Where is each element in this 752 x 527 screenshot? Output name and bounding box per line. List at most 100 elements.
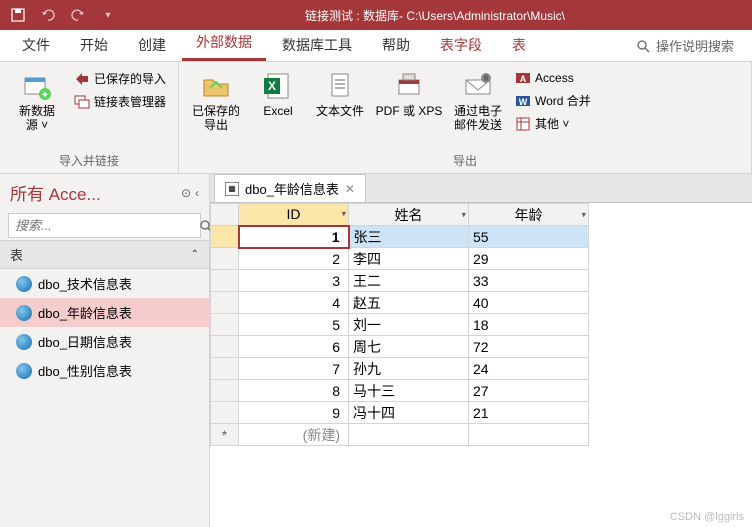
row-selector[interactable] bbox=[211, 380, 239, 402]
table-row[interactable]: 5 刘一 18 bbox=[211, 314, 589, 336]
table-row[interactable]: 2 李四 29 bbox=[211, 248, 589, 270]
other-icon bbox=[515, 116, 531, 132]
tab-home[interactable]: 开始 bbox=[66, 29, 122, 61]
dropdown-icon[interactable]: ▾ bbox=[341, 209, 346, 220]
row-selector[interactable] bbox=[211, 358, 239, 380]
nav-search-input[interactable] bbox=[9, 214, 199, 237]
close-tab-icon[interactable]: ✕ bbox=[345, 182, 355, 196]
row-selector[interactable] bbox=[211, 292, 239, 314]
nav-collapse-icon[interactable]: ‹ bbox=[195, 186, 199, 200]
tab-table-fields[interactable]: 表字段 bbox=[426, 29, 496, 61]
row-selector[interactable] bbox=[211, 402, 239, 424]
cell-age[interactable]: 33 bbox=[469, 270, 589, 292]
column-header[interactable]: 姓名▾ bbox=[349, 204, 469, 226]
nav-item[interactable]: dbo_年龄信息表 bbox=[0, 298, 209, 327]
cell-name[interactable]: 张三 bbox=[349, 226, 469, 248]
cell-name[interactable]: 李四 bbox=[349, 248, 469, 270]
cell-id[interactable]: 1 bbox=[239, 226, 349, 248]
table-row[interactable]: 3 王二 33 bbox=[211, 270, 589, 292]
ribbon-group-export: 已保存的 导出 X Excel 文本文件 PDF 或 XPS 通过电子 邮件发送… bbox=[179, 62, 752, 173]
cell-age[interactable]: 29 bbox=[469, 248, 589, 270]
tab-external-data[interactable]: 外部数据 bbox=[182, 26, 266, 61]
save-icon[interactable] bbox=[4, 2, 32, 28]
export-other-button[interactable]: 其他 ˅ bbox=[511, 113, 595, 134]
access-label: Access bbox=[535, 71, 574, 85]
dropdown-icon[interactable]: ▾ bbox=[581, 209, 586, 220]
nav-dropdown-icon[interactable]: ⊙ bbox=[181, 186, 191, 200]
row-selector[interactable] bbox=[211, 314, 239, 336]
tab-help[interactable]: 帮助 bbox=[368, 29, 424, 61]
cell-age[interactable]: 21 bbox=[469, 402, 589, 424]
export-email-button[interactable]: 通过电子 邮件发送 bbox=[449, 66, 507, 137]
tab-table[interactable]: 表 bbox=[498, 29, 540, 61]
globe-icon bbox=[16, 363, 32, 379]
table-row[interactable]: 1 张三 55 bbox=[211, 226, 589, 248]
cell-id[interactable]: 5 bbox=[239, 314, 349, 336]
cell-age[interactable]: 40 bbox=[469, 292, 589, 314]
cell-age[interactable]: 72 bbox=[469, 336, 589, 358]
other-label: 其他 ˅ bbox=[535, 115, 569, 132]
row-header-corner[interactable] bbox=[211, 204, 239, 226]
new-row[interactable]: * (新建) bbox=[211, 424, 589, 446]
undo-icon[interactable] bbox=[34, 2, 62, 28]
table-row[interactable]: 6 周七 72 bbox=[211, 336, 589, 358]
tell-me-search[interactable]: 操作说明搜索 bbox=[626, 30, 744, 61]
export-text-button[interactable]: 文本文件 bbox=[311, 66, 369, 122]
export-excel-button[interactable]: X Excel bbox=[249, 66, 307, 122]
saved-imports-button[interactable]: 已保存的导入 bbox=[70, 68, 170, 89]
linked-table-manager-button[interactable]: 链接表管理器 bbox=[70, 91, 170, 112]
cell-age[interactable]: 27 bbox=[469, 380, 589, 402]
row-selector[interactable] bbox=[211, 248, 239, 270]
cell-id[interactable]: 8 bbox=[239, 380, 349, 402]
saved-exports-button[interactable]: 已保存的 导出 bbox=[187, 66, 245, 137]
cell-id[interactable]: 6 bbox=[239, 336, 349, 358]
table-row[interactable]: 7 孙九 24 bbox=[211, 358, 589, 380]
nav-item[interactable]: dbo_技术信息表 bbox=[0, 269, 209, 298]
export-word-button[interactable]: W Word 合并 bbox=[511, 90, 595, 111]
table-row[interactable]: 4 赵五 40 bbox=[211, 292, 589, 314]
row-selector[interactable] bbox=[211, 226, 239, 248]
cell-id[interactable]: 3 bbox=[239, 270, 349, 292]
cell-id[interactable]: 7 bbox=[239, 358, 349, 380]
cell-name[interactable]: 马十三 bbox=[349, 380, 469, 402]
tab-db-tools[interactable]: 数据库工具 bbox=[268, 29, 366, 61]
cell-name[interactable]: 周七 bbox=[349, 336, 469, 358]
nav-section-tables[interactable]: 表 ⌃ bbox=[0, 240, 209, 269]
nav-item[interactable]: dbo_性别信息表 bbox=[0, 356, 209, 385]
cell-age[interactable]: 18 bbox=[469, 314, 589, 336]
dropdown-icon[interactable]: ▾ bbox=[461, 209, 466, 220]
row-selector[interactable] bbox=[211, 270, 239, 292]
document-tab[interactable]: ▦ dbo_年龄信息表 ✕ bbox=[214, 174, 366, 202]
new-data-source-button[interactable]: ✦ 新数据 源 ˅ bbox=[8, 66, 66, 137]
qat-customize-icon[interactable]: ▾ bbox=[94, 2, 122, 28]
cell-name[interactable]: 冯十四 bbox=[349, 402, 469, 424]
cell-id[interactable]: 4 bbox=[239, 292, 349, 314]
cell-name[interactable]: 刘一 bbox=[349, 314, 469, 336]
export-pdf-button[interactable]: PDF 或 XPS bbox=[373, 66, 445, 122]
table-row[interactable]: 8 马十三 27 bbox=[211, 380, 589, 402]
column-header[interactable]: 年龄▾ bbox=[469, 204, 589, 226]
new-row-marker: * bbox=[211, 424, 239, 446]
export-access-button[interactable]: A Access bbox=[511, 68, 595, 88]
document-tab-label: dbo_年龄信息表 bbox=[245, 179, 339, 198]
cell-id[interactable]: 9 bbox=[239, 402, 349, 424]
nav-header[interactable]: 所有 Acce... ⊙ ‹ bbox=[0, 174, 209, 211]
nav-item[interactable]: dbo_日期信息表 bbox=[0, 327, 209, 356]
new-row-label[interactable]: (新建) bbox=[239, 424, 349, 446]
cell-name[interactable]: 王二 bbox=[349, 270, 469, 292]
nav-item-label: dbo_性别信息表 bbox=[38, 361, 132, 380]
cell-name[interactable]: 孙九 bbox=[349, 358, 469, 380]
cell-name[interactable]: 赵五 bbox=[349, 292, 469, 314]
cell-age[interactable]: 55 bbox=[469, 226, 589, 248]
row-selector[interactable] bbox=[211, 336, 239, 358]
table-row[interactable]: 9 冯十四 21 bbox=[211, 402, 589, 424]
datasheet-grid[interactable]: ID▾姓名▾年龄▾ 1 张三 55 2 李四 29 3 王二 33 4 赵五 4… bbox=[210, 202, 752, 527]
saved-imports-label: 已保存的导入 bbox=[94, 70, 166, 87]
cell-age[interactable]: 24 bbox=[469, 358, 589, 380]
tab-file[interactable]: 文件 bbox=[8, 29, 64, 61]
redo-icon[interactable] bbox=[64, 2, 92, 28]
tab-create[interactable]: 创建 bbox=[124, 29, 180, 61]
column-header[interactable]: ID▾ bbox=[239, 204, 349, 226]
cell-id[interactable]: 2 bbox=[239, 248, 349, 270]
svg-text:W: W bbox=[519, 97, 528, 107]
